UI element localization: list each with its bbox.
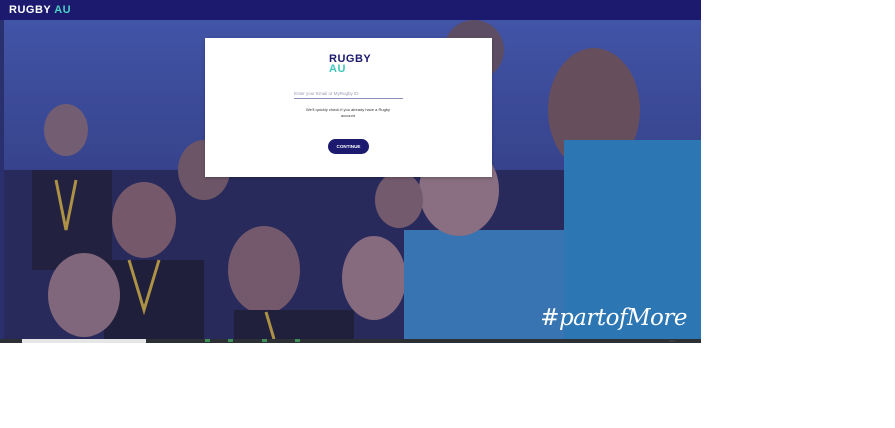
browser-viewport: RUGBY AU #partofMore RUGBY AU Enter your… [0, 0, 701, 343]
rugby-au-logo[interactable]: RUGBY AU [9, 4, 71, 16]
taskbar-app-icon[interactable] [295, 339, 300, 342]
taskbar-app-icon[interactable] [228, 339, 233, 342]
rugby-au-card-logo: RUGBY AU [329, 54, 371, 75]
continue-button[interactable]: CONTINUE [328, 139, 369, 154]
logo-line-au: AU [329, 63, 346, 75]
brand-suffix: AU [54, 4, 72, 16]
part-of-more-hashtag: #partofMore [540, 305, 687, 331]
system-tray-clock: ::: ::: [669, 339, 675, 343]
top-nav-bar: RUGBY AU [0, 0, 701, 20]
email-or-myrugby-id-input[interactable] [294, 88, 403, 99]
taskbar-app-icon[interactable] [205, 339, 210, 342]
login-card: RUGBY AU We'll quickly check if you alre… [205, 38, 492, 177]
os-taskbar: ::: ::: [0, 339, 701, 343]
brand-word: RUGBY [9, 4, 52, 16]
helper-text: We'll quickly check if you already have … [305, 107, 391, 118]
taskbar-search-box[interactable] [22, 339, 146, 343]
taskbar-app-icon[interactable] [262, 339, 267, 342]
